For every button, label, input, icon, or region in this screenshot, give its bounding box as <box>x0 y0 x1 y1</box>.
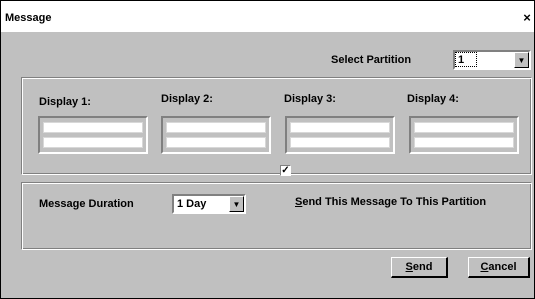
dialog-body: Select Partition 1 ▼ Display 1: Display … <box>1 32 534 298</box>
display-1-field[interactable] <box>38 116 148 154</box>
chevron-down-icon[interactable]: ▼ <box>514 52 529 68</box>
display-3-label: Display 3: <box>284 93 336 105</box>
send-partition-label[interactable]: Send This Message To This Partition <box>295 196 486 208</box>
display-3-line-1[interactable] <box>290 122 390 133</box>
window-title: Message <box>5 12 52 24</box>
message-dialog: Message × Select Partition 1 ▼ Display 1… <box>0 0 535 299</box>
send-partition-text: end This Message To This Partition <box>302 196 487 208</box>
message-duration-label: Message Duration <box>39 198 134 210</box>
display-2-field[interactable] <box>161 116 271 154</box>
send-button[interactable]: Send <box>391 257 448 278</box>
display-3-line-2[interactable] <box>290 137 390 148</box>
display-1-line-1[interactable] <box>43 122 143 133</box>
display-2-label: Display 2: <box>161 93 213 105</box>
send-partition-checkbox[interactable]: ✓ <box>280 165 291 176</box>
close-icon[interactable]: × <box>521 11 533 25</box>
duration-value: 1 Day <box>177 198 207 210</box>
display-4-label: Display 4: <box>407 93 459 105</box>
partition-value: 1 <box>458 54 465 66</box>
display-4-field[interactable] <box>409 116 519 154</box>
duration-group <box>21 182 532 250</box>
select-partition-label: Select Partition <box>331 54 412 66</box>
title-bar: Message × <box>1 1 534 32</box>
cancel-button[interactable]: Cancel <box>468 257 530 278</box>
partition-select[interactable]: 1 ▼ <box>453 50 531 70</box>
display-2-line-1[interactable] <box>166 122 266 133</box>
send-mnemonic: S <box>405 261 413 273</box>
display-1-line-2[interactable] <box>43 137 143 148</box>
display-4-line-1[interactable] <box>414 122 514 133</box>
duration-select[interactable]: 1 Day ▼ <box>172 194 246 214</box>
display-2-line-2[interactable] <box>166 137 266 148</box>
display-3-field[interactable] <box>285 116 395 154</box>
chevron-down-icon[interactable]: ▼ <box>229 196 244 212</box>
display-4-line-2[interactable] <box>414 137 514 148</box>
send-text: end <box>412 261 433 273</box>
cancel-text: ancel <box>488 261 517 273</box>
display-1-label: Display 1: <box>39 96 91 108</box>
